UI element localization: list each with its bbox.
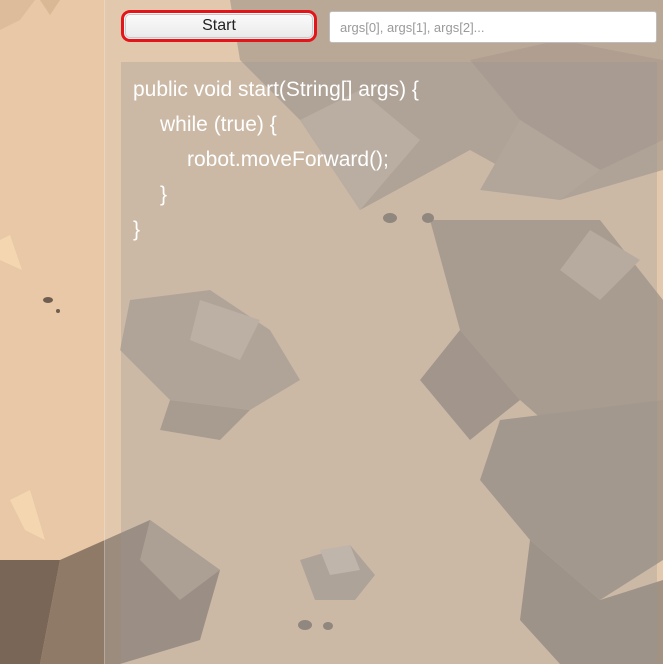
start-button-label: Start: [202, 17, 236, 34]
code-line: }: [160, 183, 168, 206]
code-line: robot.moveForward();: [187, 148, 389, 171]
start-button[interactable]: Start: [121, 10, 317, 42]
args-input[interactable]: [329, 11, 657, 43]
code-line: }: [133, 218, 141, 241]
code-line: while (true) {: [160, 113, 277, 136]
code-editor[interactable]: public void start(String[] args) { while…: [121, 62, 657, 664]
code-line: public void start(String[] args) {: [133, 78, 419, 101]
